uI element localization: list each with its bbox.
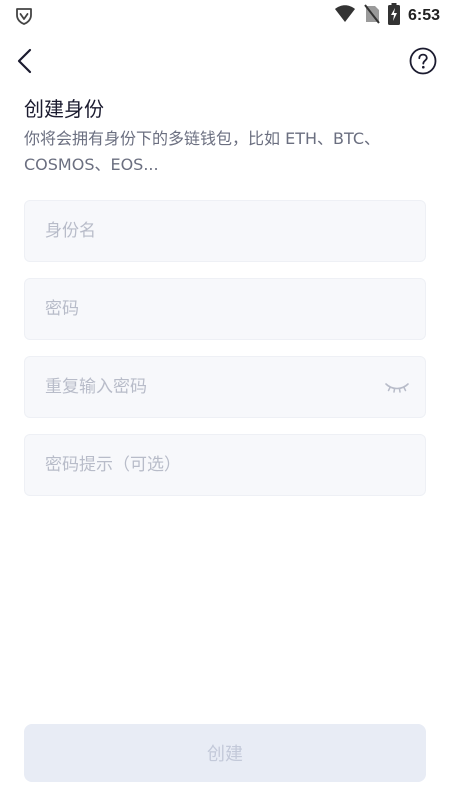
password-field[interactable] — [24, 278, 426, 340]
page-title: 创建身份 — [24, 97, 104, 121]
create-button[interactable]: 创建 — [24, 724, 426, 782]
status-time: 6:53 — [407, 7, 440, 24]
password-hint-field[interactable] — [24, 434, 426, 496]
identity-name-input[interactable] — [25, 201, 425, 261]
battery-charging-icon — [387, 3, 400, 29]
password-hint-input[interactable] — [25, 435, 425, 495]
chevron-left-icon[interactable] — [12, 46, 40, 78]
status-bar: 6:53 — [0, 0, 450, 32]
page-subtitle: 你将会拥有身份下的多链钱包，比如 ETH、BTC、COSMOS、EOS... — [24, 129, 380, 174]
repeat-password-input[interactable] — [25, 357, 425, 417]
status-icons: 6:53 — [334, 3, 440, 29]
repeat-password-field[interactable] — [24, 356, 426, 418]
identity-name-field[interactable] — [24, 200, 426, 262]
no-sim-icon — [364, 4, 380, 28]
question-circle-icon[interactable] — [409, 47, 437, 75]
password-input[interactable] — [25, 279, 425, 339]
eye-closed-icon[interactable] — [383, 379, 411, 397]
shield-outline-icon — [14, 6, 34, 26]
create-identity-screen: 6:53 创建身份 你将会拥有身份下的多链钱包，比如 ETH、BTC、COSMO… — [0, 0, 450, 800]
wifi-icon — [334, 5, 356, 27]
